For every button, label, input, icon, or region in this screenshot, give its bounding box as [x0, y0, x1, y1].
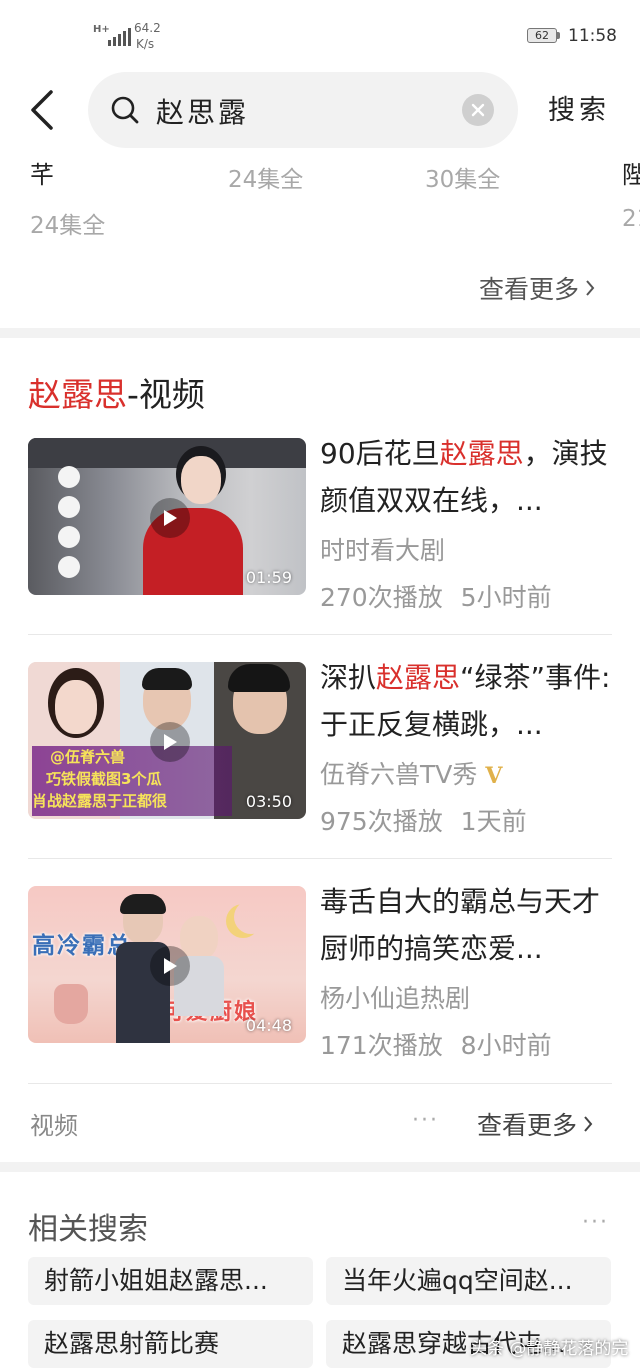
- video-source-name: 伍脊六兽TV秀: [320, 760, 478, 789]
- video-title-prefix: 毒舌自大的霸总与天才厨师的搞笑恋爱...: [320, 885, 601, 965]
- related-title: 相关搜索: [28, 1212, 148, 1247]
- section-footer-label: 视频: [30, 1112, 78, 1140]
- drama-more-link[interactable]: 查看更多: [479, 270, 595, 306]
- lantern-shape: [58, 556, 80, 578]
- search-icon: [111, 96, 139, 124]
- drama-item-episodes: 21: [622, 206, 640, 232]
- battery-icon: 62: [527, 28, 560, 43]
- more-options-icon[interactable]: ···: [412, 1108, 439, 1133]
- thumb-caption: @伍脊六兽: [50, 748, 126, 766]
- related-search-chip[interactable]: 当年火遍qq空间赵...: [326, 1257, 611, 1305]
- item-divider: [28, 634, 612, 635]
- play-icon: [150, 722, 190, 762]
- video-meta: 171次播放 8小时前: [320, 1026, 552, 1062]
- video-duration: 04:48: [245, 1016, 292, 1035]
- drama-item-title-partial[interactable]: 陛: [622, 155, 640, 190]
- drama-item-episodes: 30集全: [425, 167, 501, 193]
- face-shape: [55, 680, 97, 734]
- play-icon: [150, 946, 190, 986]
- video-more-link[interactable]: 查看更多: [477, 1106, 593, 1142]
- drama-item-title-partial[interactable]: 芊: [30, 155, 54, 190]
- video-time: 1天前: [460, 807, 527, 836]
- back-button[interactable]: [22, 86, 62, 134]
- video-duration: 03:50: [245, 792, 292, 811]
- search-input[interactable]: 赵思露: [156, 91, 249, 131]
- item-divider: [28, 1083, 612, 1084]
- net-speed-value: 64.2: [134, 21, 161, 35]
- related-search-chip[interactable]: 射箭小姐姐赵露思...: [28, 1257, 313, 1305]
- lantern-shape: [58, 466, 80, 488]
- video-thumbnail[interactable]: @伍脊六兽 巧铁假截图3个瓜 肖战赵露思于正都很 03:50: [28, 662, 306, 819]
- thumb-roof: [28, 438, 306, 468]
- search-field[interactable]: 赵思露: [88, 72, 518, 148]
- video-time: 5小时前: [460, 583, 552, 612]
- video-title[interactable]: 90后花旦赵露思，演技颜值双双在线，...: [320, 430, 615, 524]
- status-bar: H+ 64.2 K/s 62 11:58: [0, 0, 640, 70]
- video-meta: 270次播放 5小时前: [320, 578, 552, 614]
- face-shape: [181, 456, 221, 504]
- verified-badge-icon: V: [485, 763, 503, 789]
- lantern-shape: [58, 496, 80, 518]
- video-title-prefix: 深扒: [320, 661, 377, 694]
- lantern-shape: [58, 526, 80, 548]
- thumb-caption: 肖战赵露思于正都很: [32, 792, 168, 810]
- drama-item-episodes: 24集全: [228, 167, 304, 193]
- video-title[interactable]: 深扒赵露思“绿茶”事件:于正反复横跳，...: [320, 654, 615, 748]
- video-source[interactable]: 伍脊六兽TV秀 V: [320, 755, 502, 791]
- video-thumbnail[interactable]: 01:59: [28, 438, 306, 595]
- signal-icon: [108, 28, 131, 46]
- play-icon: [150, 498, 190, 538]
- video-title-highlight: 赵露思: [439, 437, 524, 470]
- chevron-right-icon: [586, 280, 595, 296]
- section-title: 赵露思-视频: [28, 368, 205, 416]
- moon-icon: [234, 900, 268, 934]
- video-duration: 01:59: [245, 568, 292, 587]
- video-title-highlight: 赵露思: [376, 661, 461, 694]
- section-title-highlight: 赵露思: [28, 375, 127, 414]
- video-source[interactable]: 杨小仙追热剧: [320, 979, 470, 1015]
- item-divider: [28, 858, 612, 859]
- more-label: 查看更多: [477, 1111, 578, 1140]
- gift-bag-icon: [54, 984, 88, 1024]
- clock: 11:58: [568, 26, 617, 46]
- video-title[interactable]: 毒舌自大的霸总与天才厨师的搞笑恋爱...: [320, 878, 615, 972]
- video-title-prefix: 90后花旦: [320, 437, 440, 470]
- chevron-right-icon: [584, 1116, 593, 1132]
- thumb-caption: 巧铁假截图3个瓜: [46, 770, 162, 788]
- section-divider: [0, 1162, 640, 1172]
- video-plays: 270次播放: [320, 583, 443, 612]
- related-search-chip[interactable]: 赵露思射箭比赛: [28, 1320, 313, 1368]
- hair-shape: [228, 664, 290, 692]
- net-speed-unit: K/s: [136, 37, 155, 51]
- battery-level: 62: [527, 28, 557, 43]
- video-thumbnail[interactable]: 高冷霸总 可爱厨娘 04:48: [28, 886, 306, 1043]
- clear-button[interactable]: [462, 94, 494, 126]
- video-source[interactable]: 时时看大剧: [320, 531, 445, 567]
- video-meta: 975次播放 1天前: [320, 802, 527, 838]
- watermark: 头条 @静静花落的完: [470, 1339, 629, 1359]
- close-icon: [471, 103, 485, 117]
- hair-shape: [120, 894, 166, 914]
- drama-item-episodes: 24集全: [30, 213, 106, 239]
- hair-shape: [142, 668, 192, 690]
- video-plays: 975次播放: [320, 807, 443, 836]
- more-options-icon[interactable]: ···: [582, 1210, 609, 1235]
- more-label: 查看更多: [479, 275, 580, 304]
- video-time: 8小时前: [460, 1031, 552, 1060]
- chevron-left-icon: [31, 90, 53, 130]
- section-title-rest: -视频: [127, 375, 205, 414]
- section-divider: [0, 328, 640, 338]
- video-plays: 171次播放: [320, 1031, 443, 1060]
- search-button[interactable]: 搜索: [548, 88, 610, 127]
